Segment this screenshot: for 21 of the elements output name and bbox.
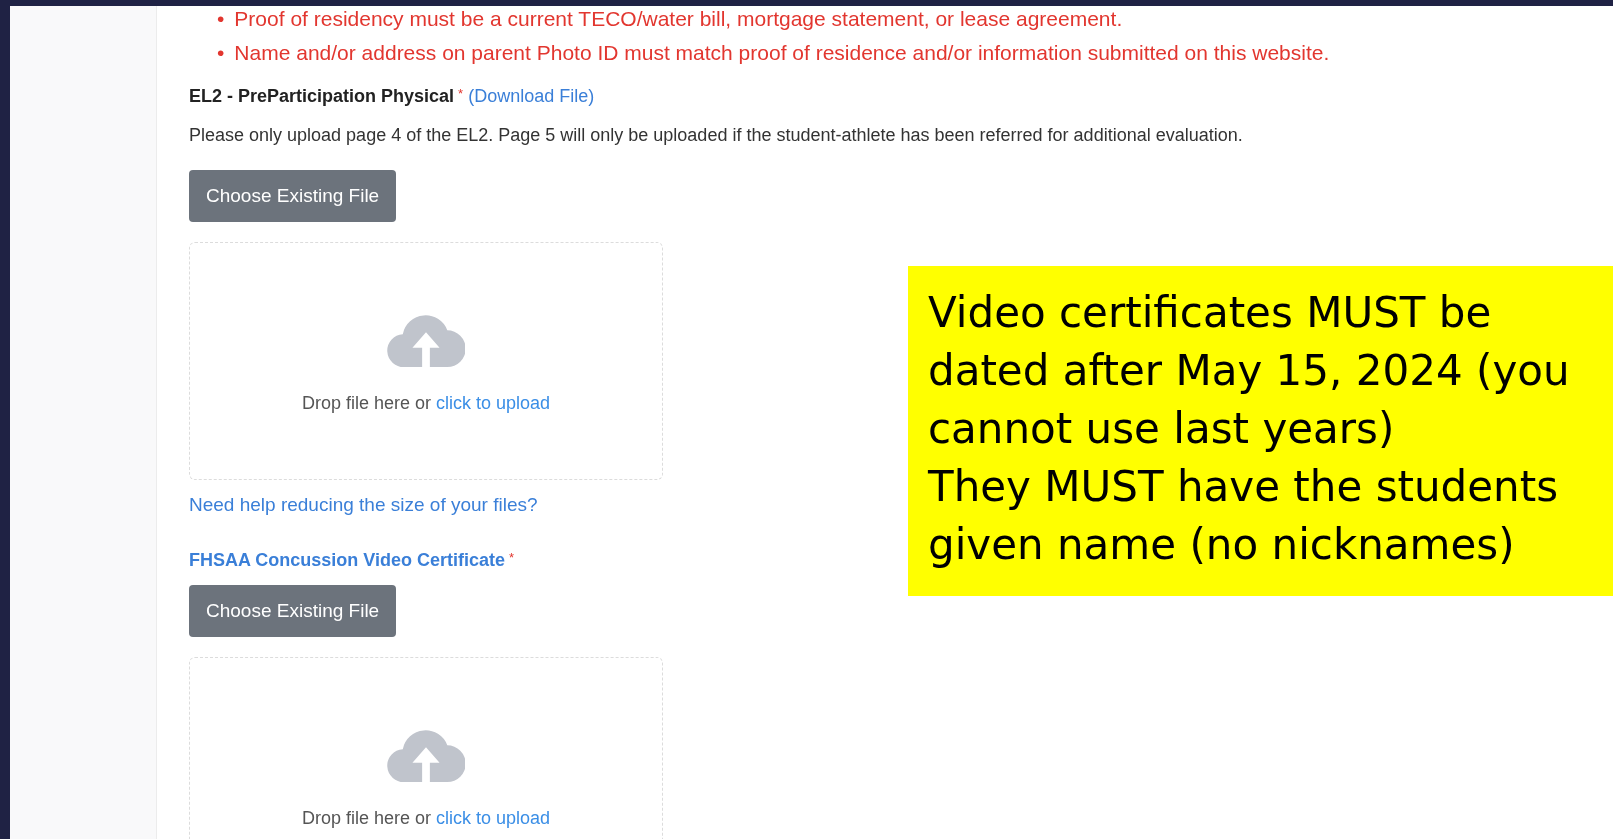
upload-link[interactable]: click to upload bbox=[436, 392, 551, 413]
field-label[interactable]: FHSAA Concussion Video Certificate bbox=[189, 550, 506, 570]
field-label: EL2 - PreParticipation Physical bbox=[189, 86, 455, 106]
notice-text: Proof of residency must be a current TECO/water bill, mortgage statement, or lease agreement. bbox=[234, 6, 1123, 32]
choose-file-button[interactable]: Choose Existing File bbox=[189, 585, 397, 637]
dropzone-text: Drop file here or click to upload bbox=[301, 807, 551, 829]
bullet-mark: • bbox=[217, 6, 225, 32]
choose-file-button[interactable]: Choose Existing File bbox=[189, 170, 397, 222]
required-mark: * bbox=[509, 550, 515, 565]
bullet-mark: • bbox=[217, 40, 225, 66]
file-dropzone[interactable]: Drop file here or click to upload bbox=[189, 657, 663, 839]
field-description: Please only upload page 4 of the EL2. Page 5 will only be uploaded if the student-athlete has been referred for additional evaluation. bbox=[189, 125, 1244, 146]
download-link[interactable]: (Download File) bbox=[468, 86, 595, 106]
notice-text: Name and/or address on parent Photo ID must match proof of residence and/or information submitted on this website. bbox=[234, 40, 1330, 66]
callout-text: Video certificates MUST be dated after May 15, 2024 (you cannot use last years) bbox=[928, 287, 1571, 455]
required-mark: * bbox=[458, 86, 464, 101]
callout-text: They MUST have the students given name (no nicknames) bbox=[928, 461, 1560, 571]
upload-link[interactable]: click to upload bbox=[436, 807, 551, 828]
file-dropzone[interactable]: Drop file here or click to upload bbox=[189, 242, 663, 480]
dropzone-text: Drop file here or click to upload bbox=[301, 392, 551, 414]
help-link[interactable]: Need help reducing the size of your files? bbox=[189, 494, 538, 516]
